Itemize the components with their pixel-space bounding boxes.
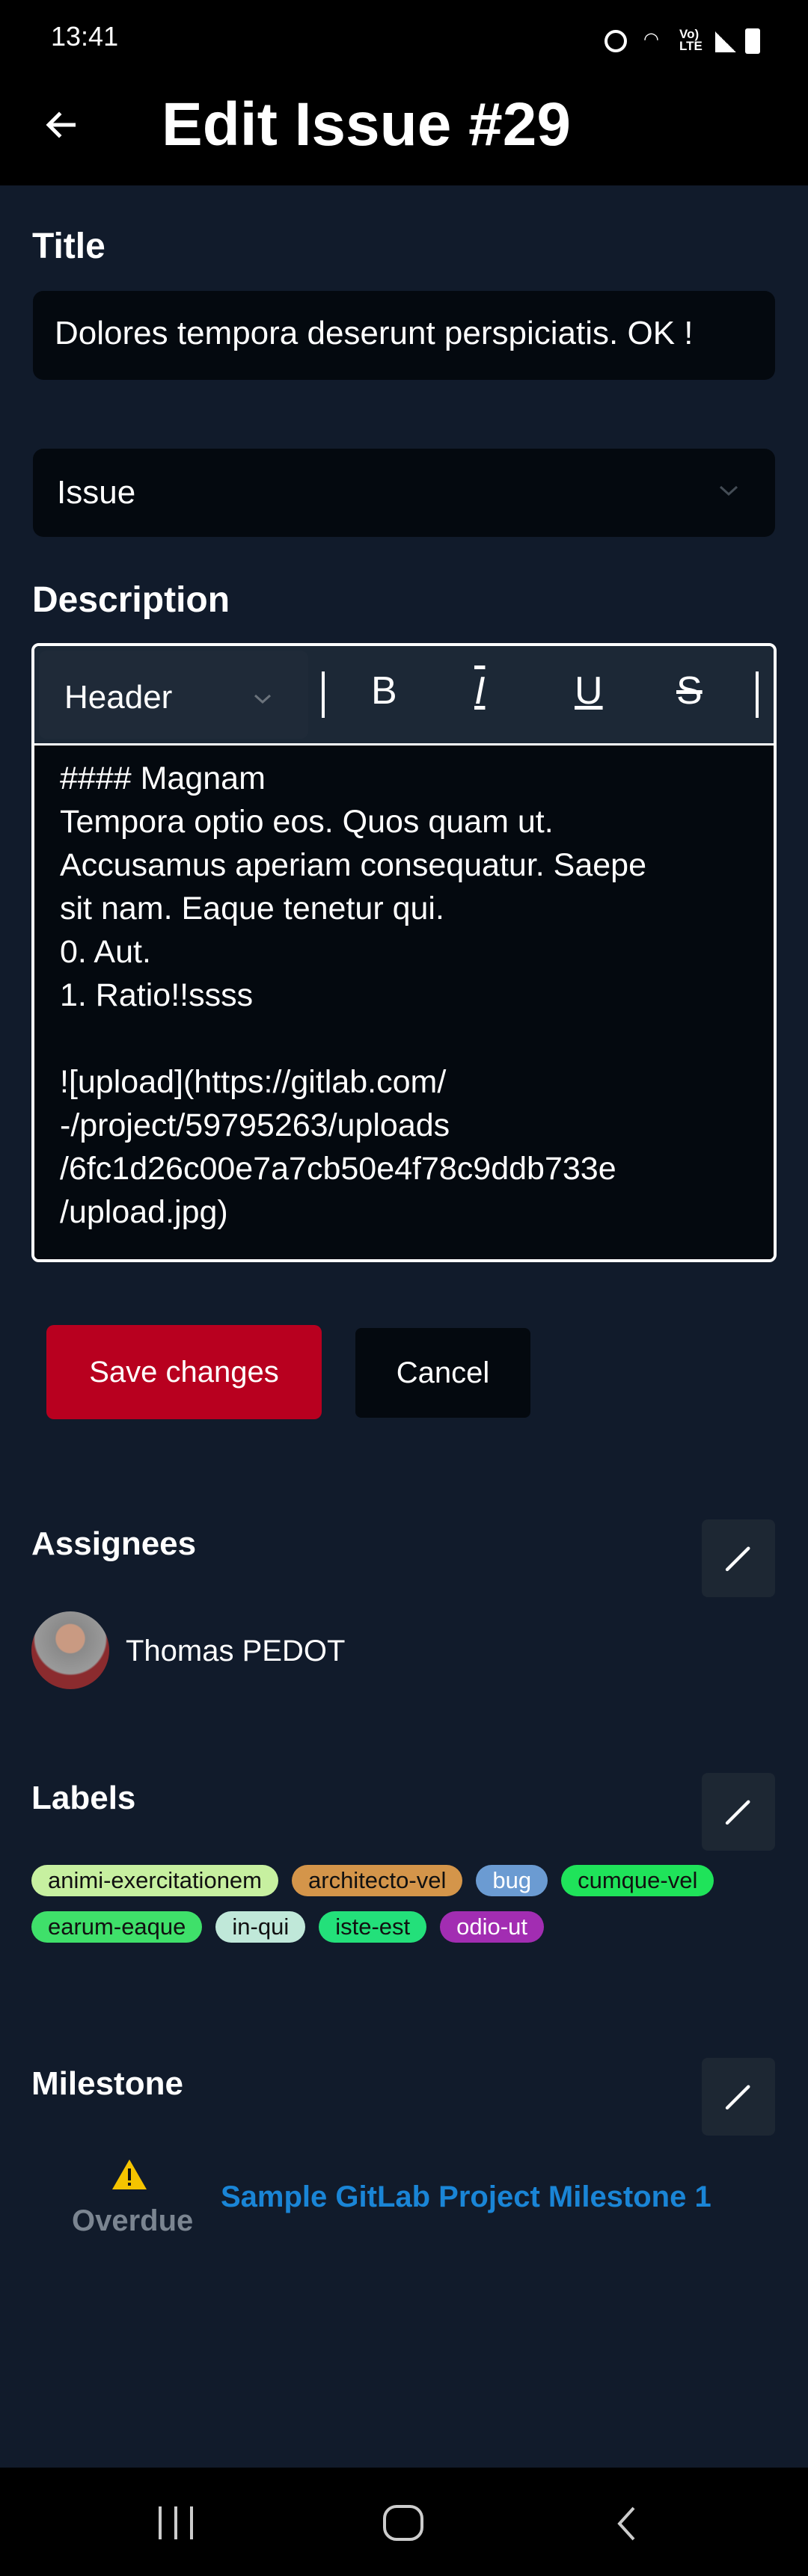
back-arrow-icon[interactable] (42, 105, 82, 145)
assignees-heading: Assignees (31, 1525, 197, 1562)
pencil-icon (725, 1800, 750, 1825)
description-line: sit nam. Eaque tenetur qui. (60, 891, 444, 926)
editor-toolbar: Header B I U S (34, 646, 774, 743)
status-time: 13:41 (51, 21, 119, 52)
cancel-button[interactable]: Cancel (355, 1328, 530, 1418)
description-line: Tempora optio eos. Quos quam ut. (60, 804, 554, 840)
labels-heading: Labels (31, 1780, 136, 1816)
description-editor: Header B I U S #### Magnam Tempora optio … (31, 643, 777, 1262)
chevron-down-icon (719, 485, 738, 497)
milestone-status: Overdue (72, 2204, 194, 2237)
alarm-icon (605, 30, 627, 52)
label-chip[interactable]: bug (476, 1865, 548, 1896)
label-chip[interactable]: iste-est (319, 1911, 427, 1943)
description-line: /upload.jpg) (60, 1194, 228, 1230)
status-icons: ◠ Vo) LTE (605, 28, 762, 54)
description-label: Description (32, 580, 230, 620)
description-line: ![upload](https://gitlab.com/ (60, 1064, 447, 1100)
warning-icon (112, 2160, 147, 2189)
description-line: Accusamus aperiam consequatur. Saepe (60, 847, 647, 883)
title-value: Dolores tempora deserunt perspiciatis. O… (55, 315, 694, 351)
labels-list: animi-exercitationem architecto-vel bug cum… (31, 1865, 780, 1958)
wifi-icon: ◠ (643, 29, 659, 49)
label-chip[interactable]: odio-ut (440, 1911, 544, 1943)
save-changes-button[interactable]: Save changes (46, 1325, 322, 1419)
description-line (60, 1017, 763, 1060)
type-value: Issue (57, 474, 136, 511)
editor-footer (34, 1229, 774, 1259)
edit-assignees-button[interactable] (702, 1519, 775, 1597)
milestone-link[interactable]: Sample GitLab Project Milestone 1 (221, 2180, 711, 2214)
description-line: -/project/59795263/uploads (60, 1107, 450, 1143)
toolbar-divider (322, 671, 325, 718)
title-input[interactable]: Dolores tempora deserunt perspiciatis. O… (33, 291, 775, 380)
label-chip[interactable]: earum-eaque (31, 1911, 203, 1943)
toolbar-divider (756, 671, 759, 718)
description-line: #### Magnam (60, 760, 266, 796)
type-select[interactable]: Issue (33, 449, 775, 537)
milestone-heading: Milestone (31, 2065, 183, 2102)
label-chip[interactable]: in-qui (215, 1911, 306, 1943)
assignee-name[interactable]: Thomas PEDOT (126, 1635, 345, 1668)
pencil-icon (725, 2085, 750, 2110)
page-title: Edit Issue #29 (162, 90, 571, 159)
volte-icon: Vo) LTE (679, 27, 703, 53)
bold-button[interactable]: B (371, 668, 397, 713)
home-button[interactable] (383, 2505, 423, 2541)
pencil-icon (725, 1546, 750, 1572)
description-textarea[interactable]: #### Magnam Tempora optio eos. Quos quam … (60, 757, 763, 1235)
chevron-down-icon (254, 694, 272, 704)
signal-icon (715, 31, 736, 52)
status-bar: 13:41 ◠ Vo) LTE (0, 0, 808, 82)
strikethrough-button[interactable]: S (676, 668, 703, 713)
label-chip[interactable]: cumque-vel (561, 1865, 714, 1896)
description-line: /6fc1d26c00e7a7cb50e4f78c9ddb733e (60, 1151, 616, 1187)
back-button[interactable] (615, 2505, 637, 2542)
app-bar: Edit Issue #29 (0, 82, 808, 185)
header-select[interactable]: Header (39, 651, 308, 739)
description-line: 1. Ratio!!ssss (60, 977, 254, 1013)
label-chip[interactable]: animi-exercitationem (31, 1865, 278, 1896)
underline-button[interactable]: U (575, 668, 603, 713)
italic-button[interactable]: I (474, 668, 485, 713)
avatar (31, 1611, 109, 1689)
battery-icon (745, 28, 760, 54)
navigation-bar (0, 2468, 808, 2576)
description-line: 0. Aut. (60, 934, 151, 970)
edit-milestone-button[interactable] (702, 2058, 775, 2136)
header-select-value: Header (64, 679, 173, 716)
edit-labels-button[interactable] (702, 1773, 775, 1851)
recent-apps-button[interactable] (159, 2506, 193, 2539)
label-chip[interactable]: architecto-vel (292, 1865, 463, 1896)
title-label: Title (32, 227, 105, 266)
toolbar-separator (34, 743, 774, 746)
